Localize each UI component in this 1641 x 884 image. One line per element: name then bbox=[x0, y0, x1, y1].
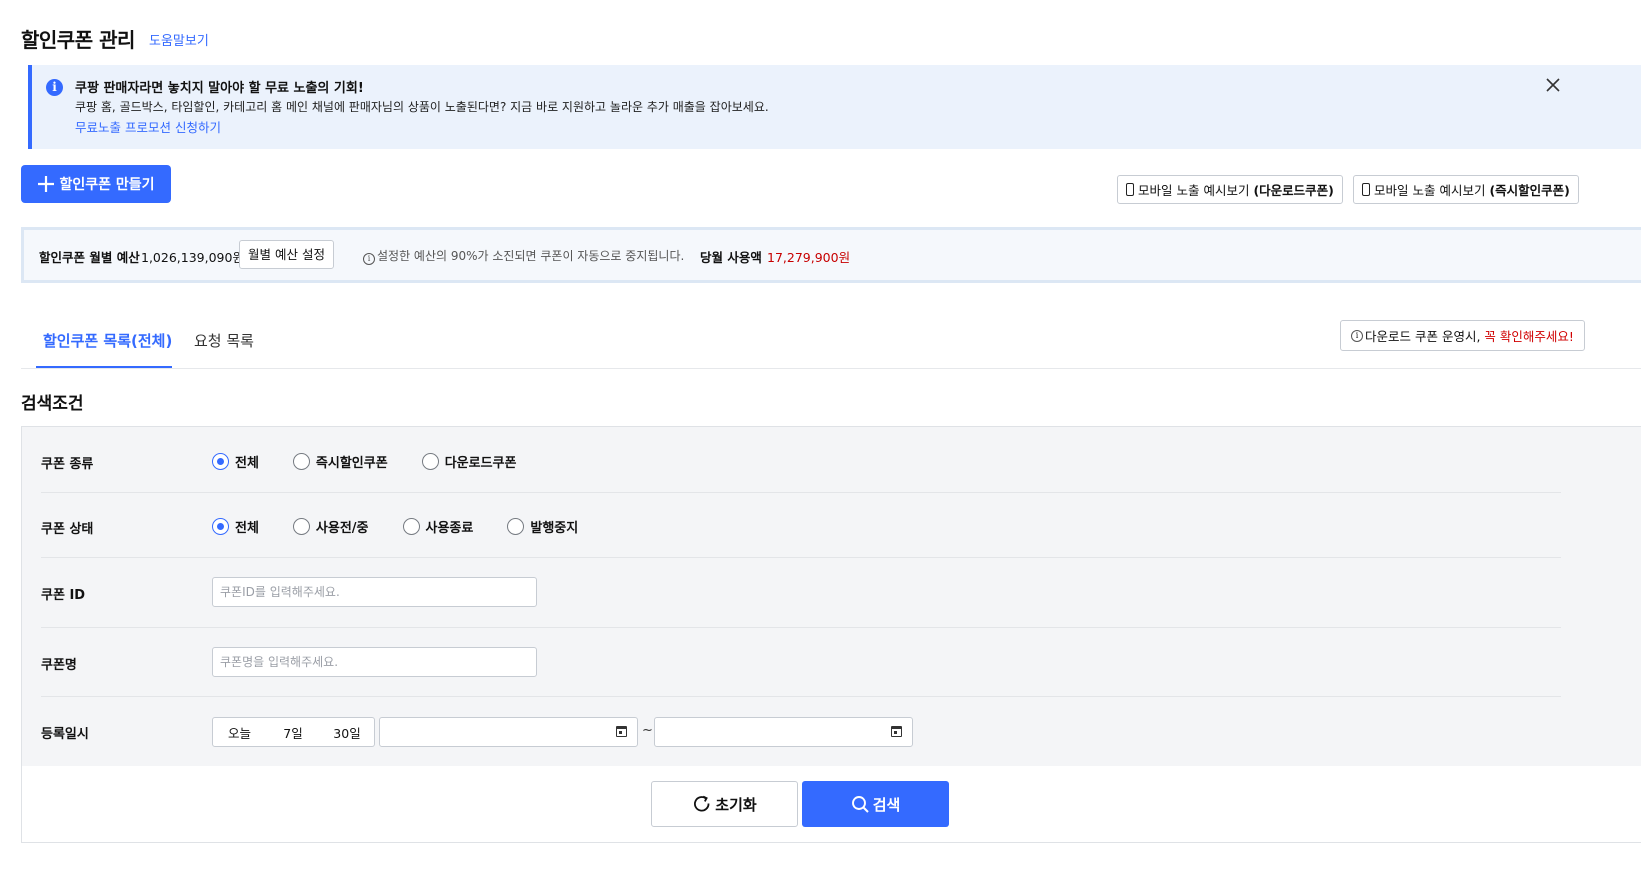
calendar-icon bbox=[616, 726, 627, 737]
budget-note-text: 설정한 예산의 90%가 소진되면 쿠폰이 자동으로 중지됩니다. bbox=[377, 249, 685, 263]
close-icon bbox=[1546, 78, 1560, 92]
radio-unchecked-icon bbox=[507, 518, 525, 535]
preview-instant-prefix: 모바일 노출 예시보기 bbox=[1374, 183, 1486, 198]
radio-unchecked-icon bbox=[402, 518, 420, 535]
radio-unchecked-icon bbox=[421, 453, 439, 470]
date-range-separator: ~ bbox=[642, 723, 653, 738]
radio-label: 사용종료 bbox=[425, 521, 474, 536]
radio-checked-icon bbox=[212, 453, 229, 470]
coupon-type-radio-group: 전체 즉시할인쿠폰 다운로드쿠폰 bbox=[212, 452, 516, 471]
budget-setting-button[interactable]: 월별 예산 설정 bbox=[239, 240, 334, 269]
date-7days-button[interactable]: 7일 bbox=[266, 717, 321, 747]
download-coupon-notice-button[interactable]: i 다운로드 쿠폰 운영시, 꼭 확인해주세요! bbox=[1340, 320, 1585, 351]
info-icon: i bbox=[1351, 329, 1363, 342]
preview-download-type: (다운로드쿠폰) bbox=[1253, 183, 1334, 198]
search-conditions-panel: 쿠폰 종류 전체 즉시할인쿠폰 다운로드쿠폰 쿠폰 상태 전체 사용전/중 사용… bbox=[21, 426, 1641, 843]
download-notice-highlight: 꼭 확인해주세요! bbox=[1484, 329, 1574, 344]
monthly-budget-bar: 할인쿠폰 월별 예산 1,026,139,090원 월별 예산 설정 i 설정한 … bbox=[21, 227, 1641, 283]
reset-button[interactable]: 초기화 bbox=[651, 781, 798, 827]
mobile-phone-icon bbox=[1126, 183, 1134, 196]
coupon-status-ended-radio[interactable]: 사용종료 bbox=[402, 517, 474, 536]
coupon-status-active-radio[interactable]: 사용전/중 bbox=[292, 517, 369, 536]
search-section-title: 검색조건 bbox=[21, 394, 84, 414]
tab-divider bbox=[21, 368, 1641, 369]
search-button[interactable]: 검색 bbox=[802, 781, 949, 827]
row-divider bbox=[41, 627, 1561, 628]
coupon-name-input[interactable] bbox=[212, 647, 537, 677]
coupon-name-label: 쿠폰명 bbox=[41, 658, 77, 673]
monthly-used-value: 17,279,900원 bbox=[767, 250, 851, 265]
radio-unchecked-icon bbox=[292, 453, 310, 470]
coupon-status-all-radio[interactable]: 전체 bbox=[212, 517, 259, 536]
coupon-type-instant-radio[interactable]: 즉시할인쿠폰 bbox=[292, 452, 388, 471]
plus-icon bbox=[38, 176, 55, 192]
radio-checked-icon bbox=[212, 518, 229, 535]
mobile-phone-icon bbox=[1362, 183, 1370, 196]
preview-download-prefix: 모바일 노출 예시보기 bbox=[1138, 183, 1250, 198]
radio-label: 발행중지 bbox=[530, 521, 579, 536]
row-divider bbox=[41, 492, 1561, 493]
date-30days-button[interactable]: 30일 bbox=[320, 717, 375, 747]
reg-date-label: 등록일시 bbox=[41, 727, 89, 742]
calendar-icon bbox=[891, 726, 902, 737]
tab-coupon-list-all[interactable]: 할인쿠폰 목록(전체) bbox=[43, 330, 172, 351]
row-divider bbox=[41, 557, 1561, 558]
radio-label: 다운로드쿠폰 bbox=[444, 456, 517, 471]
search-icon bbox=[851, 795, 870, 814]
end-date-input[interactable] bbox=[654, 717, 913, 747]
coupon-status-label: 쿠폰 상태 bbox=[41, 522, 94, 537]
row-divider bbox=[41, 696, 1561, 697]
coupon-type-download-radio[interactable]: 다운로드쿠폰 bbox=[421, 452, 517, 471]
reset-label: 초기화 bbox=[715, 795, 757, 814]
create-coupon-label: 할인쿠폰 만들기 bbox=[59, 177, 155, 193]
notice-close-button[interactable] bbox=[1546, 77, 1560, 96]
budget-label: 할인쿠폰 월별 예산 bbox=[39, 250, 140, 265]
mobile-preview-instant-button[interactable]: 모바일 노출 예시보기 (즉시할인쿠폰) bbox=[1353, 175, 1579, 204]
coupon-type-all-radio[interactable]: 전체 bbox=[212, 452, 259, 471]
search-label: 검색 bbox=[872, 795, 901, 814]
notice-title: 쿠팡 판매자라면 놓치지 말아야 할 무료 노출의 기회! bbox=[75, 81, 364, 96]
start-date-input[interactable] bbox=[379, 717, 638, 747]
page-title: 할인쿠폰 관리 bbox=[21, 28, 135, 52]
preview-instant-type: (즉시할인쿠폰) bbox=[1489, 183, 1570, 198]
promotion-apply-link[interactable]: 무료노출 프로모션 신청하기 bbox=[75, 117, 221, 136]
radio-label: 사용전/중 bbox=[315, 521, 369, 536]
coupon-status-stopped-radio[interactable]: 발행중지 bbox=[507, 517, 578, 536]
radio-label: 즉시할인쿠폰 bbox=[315, 456, 388, 471]
budget-note: i 설정한 예산의 90%가 소진되면 쿠폰이 자동으로 중지됩니다. bbox=[363, 247, 684, 265]
radio-label: 전체 bbox=[235, 456, 259, 471]
promo-notice-banner: i 쿠팡 판매자라면 놓치지 말아야 할 무료 노출의 기회! 쿠팡 홈, 골드… bbox=[28, 65, 1641, 149]
tab-request-list[interactable]: 요청 목록 bbox=[194, 330, 254, 351]
monthly-used-label: 당월 사용액 bbox=[700, 250, 762, 265]
download-notice-text: 다운로드 쿠폰 운영시, bbox=[1365, 329, 1481, 344]
info-icon: i bbox=[363, 253, 375, 265]
refresh-icon bbox=[692, 794, 712, 814]
info-icon: i bbox=[46, 79, 63, 96]
radio-unchecked-icon bbox=[292, 518, 310, 535]
budget-value: 1,026,139,090원 bbox=[141, 250, 244, 265]
notice-body: 쿠팡 홈, 골드박스, 타임할인, 카테고리 홈 메인 채널에 판매자님의 상품… bbox=[75, 100, 769, 114]
help-link[interactable]: 도움말보기 bbox=[149, 30, 209, 49]
search-fields-area: 쿠폰 종류 전체 즉시할인쿠폰 다운로드쿠폰 쿠폰 상태 전체 사용전/중 사용… bbox=[22, 427, 1641, 766]
create-coupon-button[interactable]: 할인쿠폰 만들기 bbox=[21, 165, 171, 203]
coupon-status-radio-group: 전체 사용전/중 사용종료 발행중지 bbox=[212, 517, 578, 536]
radio-label: 전체 bbox=[235, 521, 259, 536]
mobile-preview-download-button[interactable]: 모바일 노출 예시보기 (다운로드쿠폰) bbox=[1117, 175, 1343, 204]
coupon-id-input[interactable] bbox=[212, 577, 537, 607]
date-today-button[interactable]: 오늘 bbox=[212, 717, 267, 747]
coupon-type-label: 쿠폰 종류 bbox=[41, 457, 94, 472]
coupon-id-label: 쿠폰 ID bbox=[41, 588, 86, 603]
